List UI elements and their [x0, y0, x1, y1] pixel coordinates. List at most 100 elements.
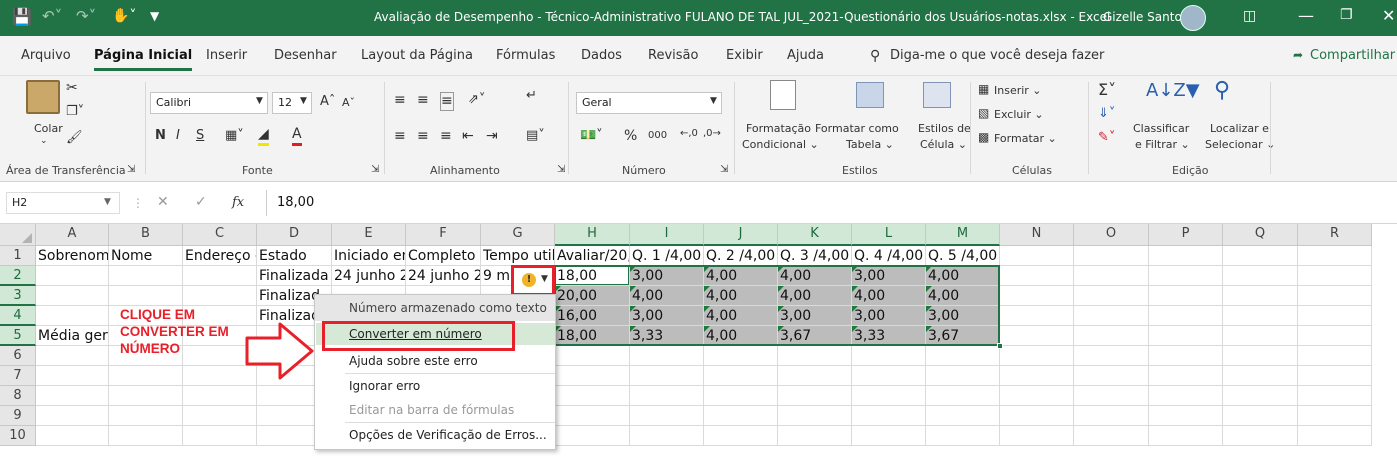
wrap-text-icon[interactable]: ↵ [526, 88, 537, 104]
format-table-icon[interactable] [856, 82, 884, 108]
cell[interactable] [1074, 306, 1149, 326]
row-header-1[interactable]: 1 [0, 246, 36, 266]
cell[interactable] [36, 346, 109, 366]
cell[interactable] [1149, 286, 1223, 306]
cell[interactable] [778, 426, 852, 446]
cell-i4[interactable]: 3,00 [630, 306, 704, 326]
row-header-7[interactable]: 7 [0, 366, 36, 386]
cell[interactable] [778, 386, 852, 406]
tab-formulas[interactable]: Fórmulas [496, 48, 555, 63]
number-launcher-icon[interactable]: ⇲ [720, 164, 728, 176]
column-header-g[interactable]: G [481, 224, 555, 246]
cell[interactable] [555, 406, 630, 426]
cell[interactable] [704, 386, 778, 406]
sort-filter-line1[interactable]: Classificar [1133, 122, 1189, 135]
cell[interactable] [1149, 386, 1223, 406]
cell[interactable] [1223, 346, 1298, 366]
cell[interactable] [1223, 426, 1298, 446]
alignment-launcher-icon[interactable]: ⇲ [557, 164, 565, 176]
cell[interactable] [1298, 326, 1372, 346]
column-header-m[interactable]: M [926, 224, 1000, 246]
cell-h4[interactable]: 16,00 [555, 306, 630, 326]
cell-k2[interactable]: 4,00 [778, 266, 852, 286]
row-header-9[interactable]: 9 [0, 406, 36, 426]
increase-decimal-icon[interactable]: ←,0 [680, 128, 698, 140]
user-name[interactable]: Gizelle Santos [1103, 10, 1188, 24]
align-middle-icon[interactable]: ≡ [417, 92, 429, 109]
column-header-f[interactable]: F [406, 224, 481, 246]
format-table-line1[interactable]: Formatar como [815, 122, 899, 135]
cell[interactable] [1149, 306, 1223, 326]
shrink-font-icon[interactable]: Aˇ [342, 96, 355, 109]
column-header-h[interactable]: H [555, 224, 630, 246]
merge-center-icon[interactable]: ▤˅ [526, 128, 545, 144]
insert-function-button[interactable]: fx [232, 195, 244, 211]
cell[interactable] [926, 346, 1000, 366]
align-top-icon[interactable]: ≡ [394, 92, 406, 109]
cell[interactable] [704, 406, 778, 426]
column-header-q[interactable]: Q [1223, 224, 1298, 246]
increase-indent-icon[interactable]: ⇥ [486, 128, 498, 145]
cell-l2[interactable]: 3,00 [852, 266, 926, 286]
conditional-format-icon[interactable] [770, 80, 796, 110]
save-icon[interactable]: 💾 [12, 7, 32, 26]
cell[interactable] [555, 426, 630, 446]
cell[interactable] [1000, 246, 1074, 266]
column-header-i[interactable]: I [630, 224, 704, 246]
cell-l4[interactable]: 3,00 [852, 306, 926, 326]
cell-h3[interactable]: 20,00 [555, 286, 630, 306]
cell[interactable] [926, 366, 1000, 386]
find-select-line2[interactable]: Selecionar ⌄ [1205, 138, 1275, 151]
cell-j2[interactable]: 4,00 [704, 266, 778, 286]
find-select-line1[interactable]: Localizar e [1210, 122, 1269, 135]
cell-m1[interactable]: Q. 5 /4,00 [926, 246, 1000, 266]
fill-handle[interactable] [997, 343, 1003, 349]
cell[interactable] [852, 406, 926, 426]
cell[interactable] [183, 386, 257, 406]
cell[interactable] [109, 386, 183, 406]
tab-layout[interactable]: Layout da Página [361, 48, 473, 63]
cut-icon[interactable]: ✂ [66, 80, 78, 97]
cell-b1[interactable]: Nome [109, 246, 183, 266]
cell[interactable] [778, 346, 852, 366]
column-header-k[interactable]: K [778, 224, 852, 246]
sort-filter-line2[interactable]: e Filtrar ⌄ [1135, 138, 1190, 151]
orientation-icon[interactable]: ⇗˅ [468, 92, 485, 108]
fill-icon[interactable]: ⇓˅ [1098, 106, 1115, 122]
cell-m2[interactable]: 4,00 [926, 266, 1000, 286]
cell[interactable] [1149, 346, 1223, 366]
cell[interactable] [1074, 326, 1149, 346]
share-button[interactable]: Compartilhar [1310, 48, 1395, 63]
touch-mode-icon[interactable]: ✋˅ [112, 8, 136, 24]
conditional-format-line1[interactable]: Formatação [746, 122, 811, 135]
menu-item-error-options[interactable]: Opções de Verificação de Erros... [349, 428, 547, 442]
cell[interactable] [852, 366, 926, 386]
cell[interactable] [555, 346, 630, 366]
cell[interactable] [36, 366, 109, 386]
cell-k5[interactable]: 3,67 [778, 326, 852, 346]
cell[interactable] [36, 426, 109, 446]
cell-i3[interactable]: 4,00 [630, 286, 704, 306]
cell-h5[interactable]: 18,00 [555, 326, 630, 346]
insert-cells-button[interactable]: Inserir ⌄ [994, 84, 1042, 97]
row-header-3[interactable]: 3 [0, 286, 36, 306]
cell[interactable] [1298, 426, 1372, 446]
tab-desenhar[interactable]: Desenhar [274, 48, 337, 63]
cell[interactable] [1074, 246, 1149, 266]
column-header-j[interactable]: J [704, 224, 778, 246]
paste-button[interactable]: Colar [34, 122, 63, 135]
cell[interactable] [36, 286, 109, 306]
clear-icon[interactable]: ✎˅ [1098, 130, 1115, 146]
column-header-p[interactable]: P [1149, 224, 1223, 246]
column-header-n[interactable]: N [1000, 224, 1074, 246]
cell[interactable] [1223, 326, 1298, 346]
column-header-d[interactable]: D [257, 224, 332, 246]
fill-color-icon[interactable]: ◢ [258, 126, 269, 146]
grow-font-icon[interactable]: Aˆ [320, 94, 335, 110]
cell[interactable] [36, 266, 109, 286]
cell[interactable] [183, 286, 257, 306]
cell[interactable] [926, 406, 1000, 426]
decrease-indent-icon[interactable]: ⇤ [462, 128, 474, 145]
cell[interactable] [36, 306, 109, 326]
cell-k1[interactable]: Q. 3 /4,00 [778, 246, 852, 266]
